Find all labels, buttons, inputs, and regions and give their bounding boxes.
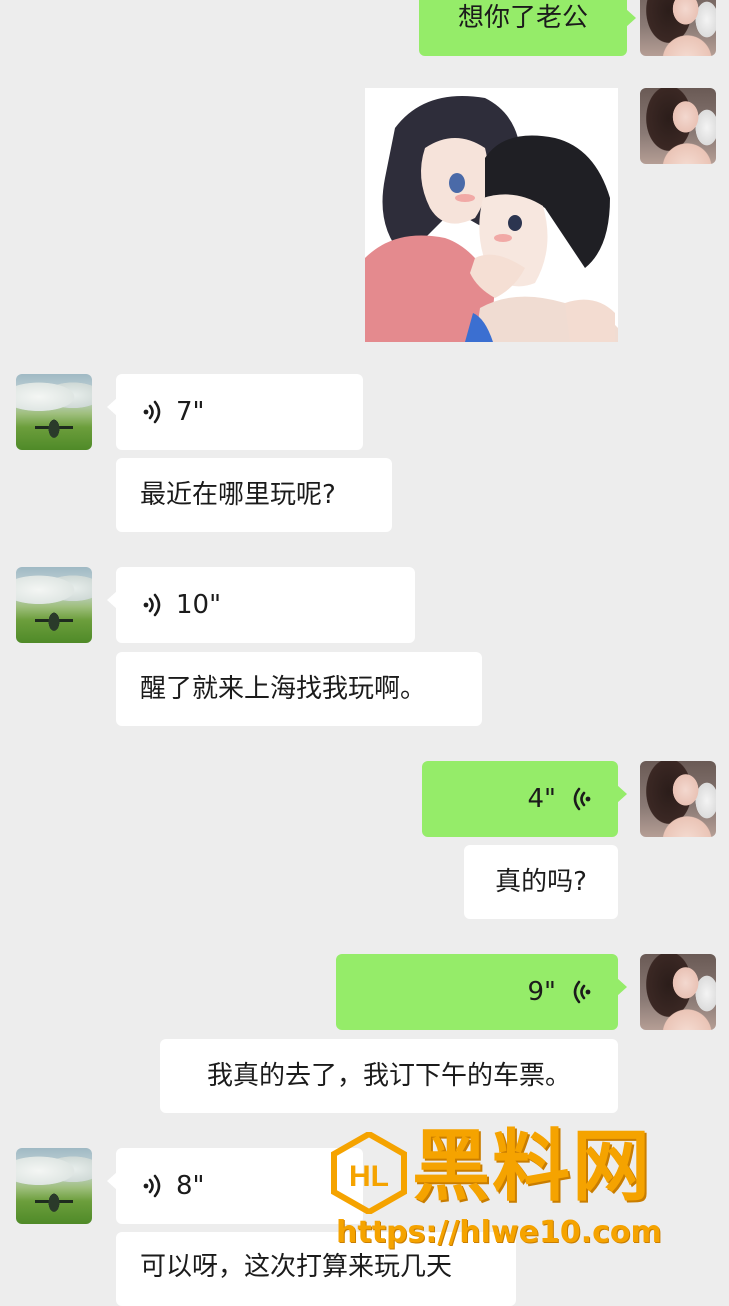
voice-duration: 4"	[527, 784, 556, 814]
voice-duration: 10"	[176, 590, 222, 620]
avatar[interactable]	[640, 954, 716, 1030]
voice-message-bubble[interactable]: 9"	[336, 954, 627, 1030]
voice-message-bubble[interactable]: 4"	[422, 761, 627, 837]
message-text: 想你了老公	[457, 3, 588, 33]
voice-wave-icon	[143, 400, 161, 424]
message-bubble[interactable]: 最近在哪里玩呢?	[116, 458, 392, 532]
voice-duration: 8"	[176, 1171, 205, 1201]
sticker-image[interactable]	[365, 88, 618, 342]
voice-wave-icon	[143, 1174, 161, 1198]
avatar[interactable]	[16, 1148, 92, 1224]
avatar[interactable]	[16, 567, 92, 643]
message-bubble[interactable]: 我真的去了，我订下午的车票。	[160, 1039, 618, 1113]
voice-message-bubble[interactable]: 8"	[107, 1148, 363, 1224]
avatar[interactable]	[640, 0, 716, 56]
avatar[interactable]	[640, 761, 716, 837]
avatar[interactable]	[16, 374, 92, 450]
watermark-url: https://hlwe10.com	[336, 1215, 662, 1250]
watermark: HL 黑料网 https://hlwe10.com	[330, 1128, 725, 1258]
voice-duration: 9"	[527, 977, 556, 1007]
voice-wave-icon	[143, 593, 161, 617]
watermark-title: 黑料网	[412, 1122, 653, 1212]
anime-couple-sticker	[365, 88, 618, 342]
voice-message-bubble[interactable]: 10"	[107, 567, 415, 643]
voice-wave-icon	[573, 980, 591, 1004]
avatar[interactable]	[640, 88, 716, 164]
voice-duration: 7"	[176, 397, 205, 427]
message-bubble[interactable]: 真的吗?	[464, 845, 618, 919]
message-text: 最近在哪里玩呢?	[140, 480, 336, 510]
svg-text:HL: HL	[349, 1160, 389, 1193]
message-text: 真的吗?	[495, 867, 587, 897]
voice-message-bubble[interactable]: 7"	[107, 374, 363, 450]
message-bubble[interactable]: 想你了老公	[419, 0, 636, 56]
message-bubble[interactable]: 醒了就来上海找我玩啊。	[116, 652, 482, 726]
message-text: 我真的去了，我订下午的车票。	[206, 1061, 571, 1091]
message-text: 醒了就来上海找我玩啊。	[140, 674, 427, 704]
voice-wave-icon	[573, 787, 591, 811]
watermark-logo-icon: HL	[331, 1132, 407, 1214]
